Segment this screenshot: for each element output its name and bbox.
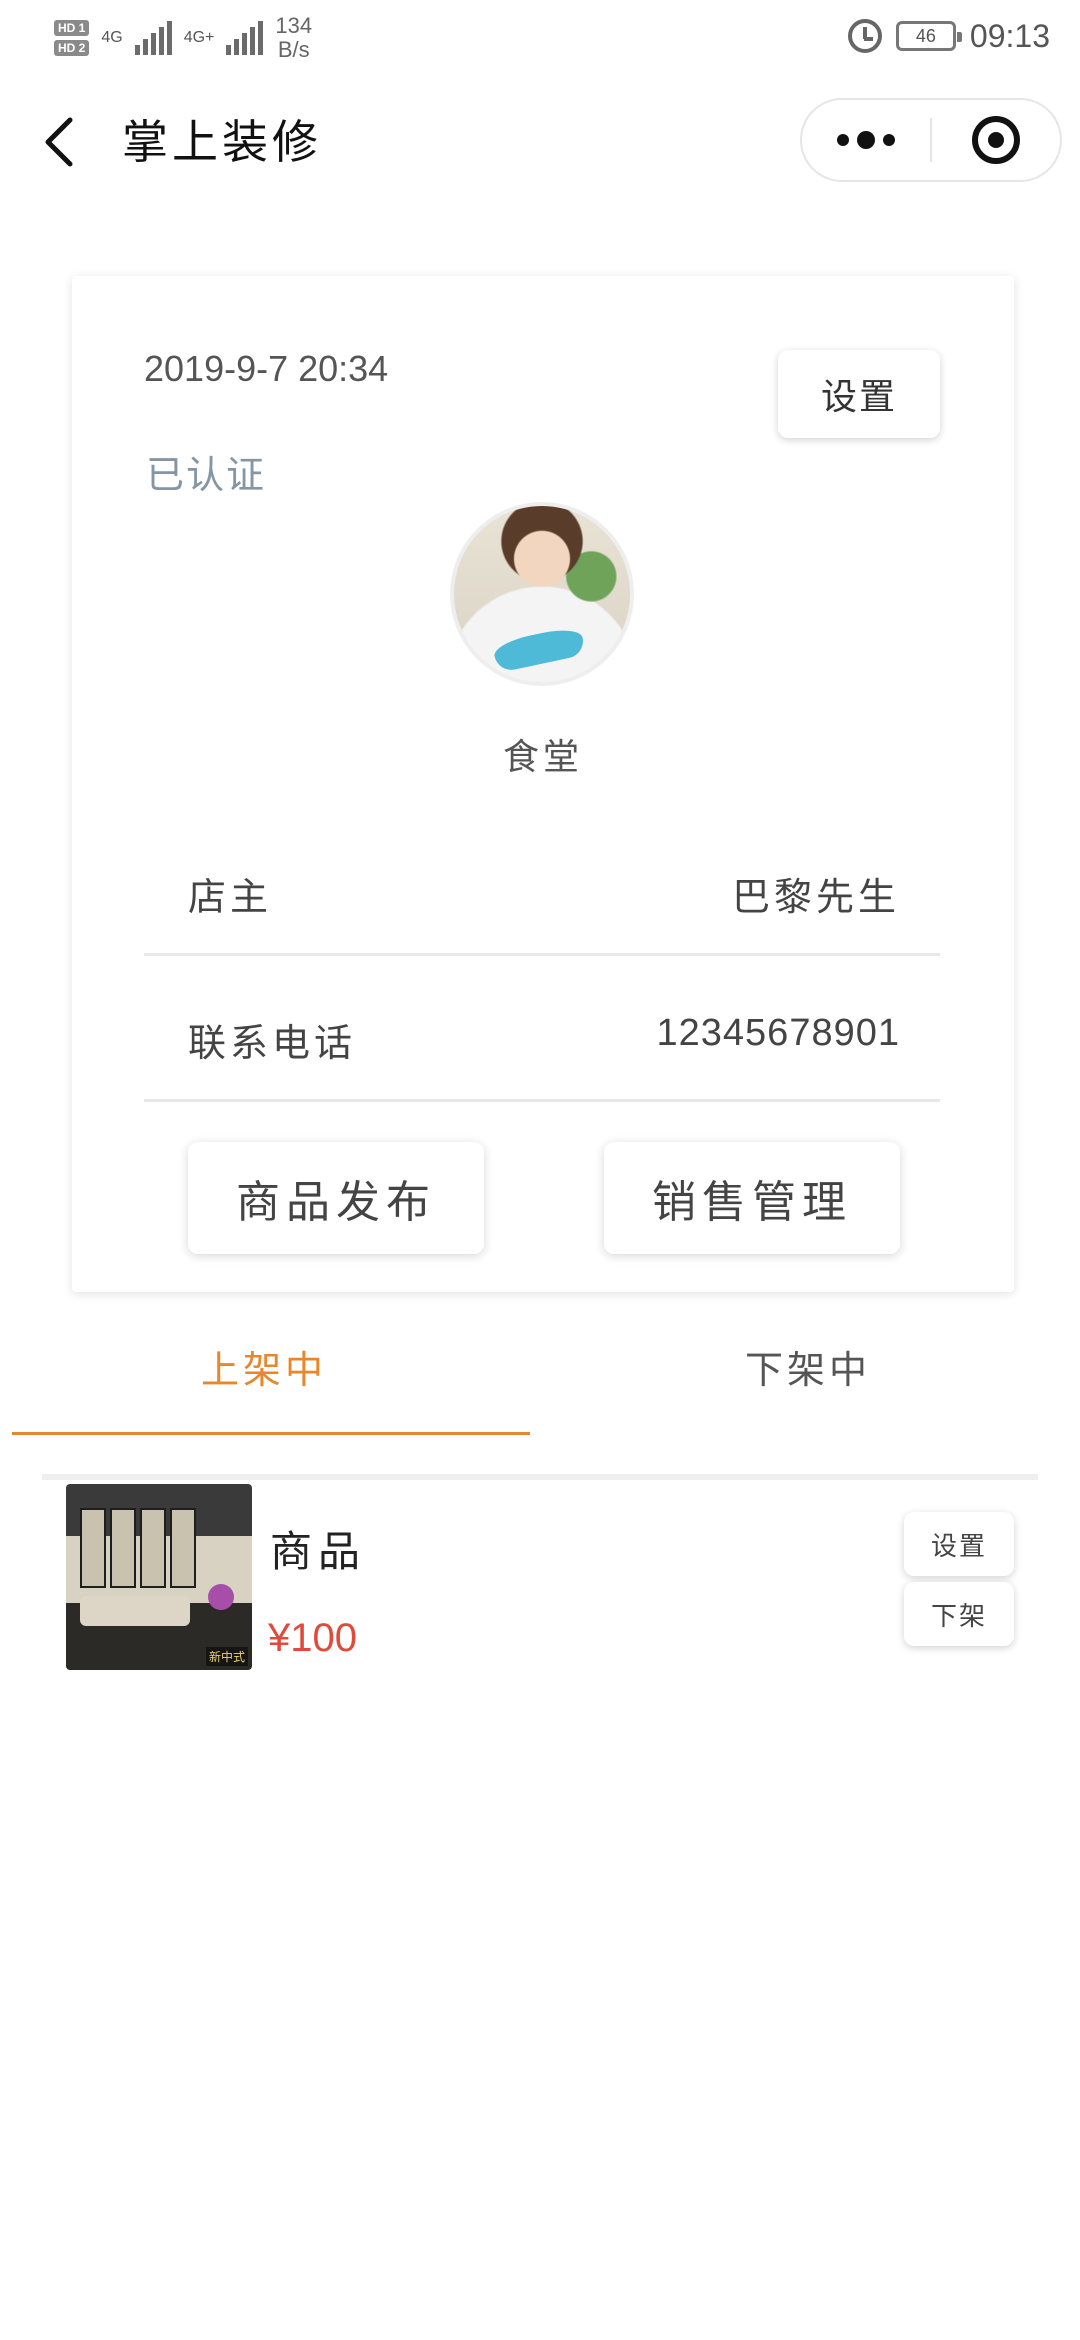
close-miniapp-button[interactable] [932, 100, 1060, 180]
battery-icon: 46 [895, 21, 962, 51]
profile-card: 2019-9-7 20:34 设置 已认证 食堂 店主 巴黎先生 联系电话 12… [72, 276, 1014, 1292]
tab-on-shelf[interactable]: 上架中 [0, 1300, 528, 1432]
more-dot-icon [857, 131, 875, 149]
network-speed: 134 B/s [275, 14, 312, 62]
page-title: 掌上装修 [122, 115, 322, 169]
more-dot-icon [837, 134, 849, 146]
owner-row: 店主 巴黎先生 [144, 836, 940, 956]
status-left: HD 1 HD 2 4G 4G+ 134 B/s [54, 12, 312, 64]
signal-icon-1 [134, 21, 172, 55]
product-settings-button[interactable]: 设置 [904, 1512, 1014, 1576]
register-date: 2019-9-7 20:34 [144, 348, 389, 389]
section-divider [42, 1474, 1038, 1480]
settings-button[interactable]: 设置 [778, 350, 940, 438]
alarm-icon [847, 19, 882, 53]
product-name: 商品 [270, 1527, 367, 1576]
shop-name: 食堂 [502, 737, 583, 778]
back-icon[interactable] [40, 114, 80, 170]
nav-bar: 掌上装修 [0, 72, 1080, 212]
phone-value: 12345678901 [656, 1012, 900, 1054]
network-type-2: 4G+ [183, 29, 215, 46]
unlist-button[interactable]: 下架 [904, 1582, 1014, 1646]
more-button[interactable] [802, 100, 930, 180]
more-dot-icon [883, 134, 895, 146]
active-tab-indicator [12, 1432, 530, 1435]
product-thumbnail[interactable]: 新中式 [66, 1484, 252, 1670]
product-price: ¥100 [268, 1616, 357, 1660]
publish-product-button[interactable]: 商品发布 [188, 1142, 484, 1254]
status-bar: HD 1 HD 2 4G 4G+ 134 B/s 46 09:13 [0, 0, 1080, 72]
avatar[interactable] [450, 502, 634, 686]
status-right: 46 09:13 [847, 16, 1050, 56]
phone-row: 联系电话 12345678901 [144, 982, 940, 1102]
phone-label: 联系电话 [188, 1021, 357, 1065]
hd1-icon: HD 1 [54, 20, 90, 36]
signal-icon-2 [226, 21, 264, 55]
listing-tabs: 上架中 下架中 [12, 1300, 1068, 1440]
miniapp-capsule [800, 98, 1062, 182]
battery-level: 46 [915, 25, 936, 46]
target-icon [971, 116, 1020, 164]
speed-unit: B/s [277, 37, 310, 62]
network-type-1: 4G [101, 29, 123, 46]
sales-management-button[interactable]: 销售管理 [604, 1142, 900, 1254]
list-item[interactable]: 新中式 商品 ¥100 设置 下架 [42, 1484, 1038, 1684]
owner-label: 店主 [188, 875, 273, 919]
hd2-icon: HD 2 [54, 40, 90, 56]
hd-icons: HD 1 HD 2 [54, 20, 90, 56]
owner-value: 巴黎先生 [731, 875, 900, 919]
thumbnail-tag: 新中式 [205, 1647, 248, 1666]
clock: 09:13 [969, 17, 1050, 54]
tab-off-shelf[interactable]: 下架中 [544, 1300, 1072, 1432]
verified-badge: 已认证 [146, 453, 267, 497]
speed-value: 134 [275, 13, 313, 38]
